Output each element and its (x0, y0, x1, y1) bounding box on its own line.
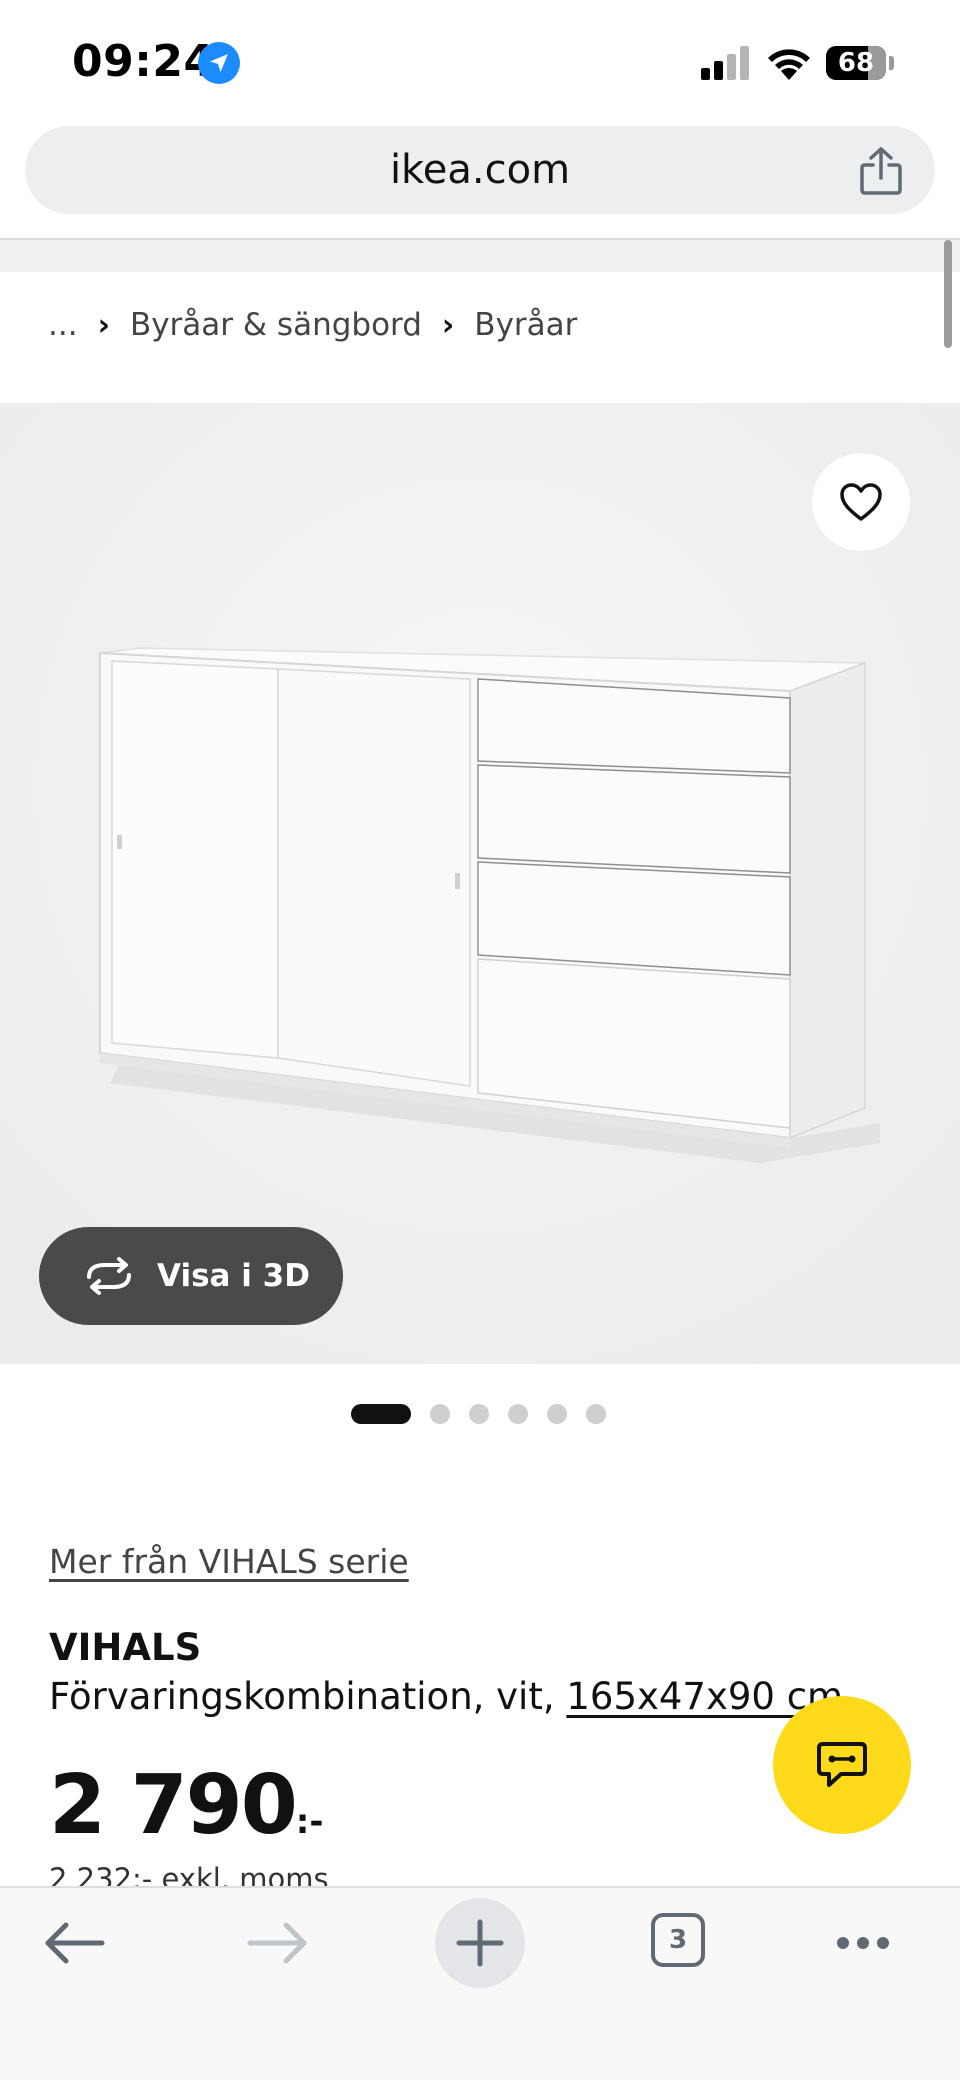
signal-icon (701, 46, 751, 80)
battery-icon: 68 (826, 46, 886, 80)
browser-toolbar: 3 (0, 1886, 960, 2080)
carousel-dot[interactable] (508, 1404, 528, 1424)
breadcrumb-item-dressers[interactable]: Byråar (474, 307, 577, 343)
battery-level: 68 (837, 48, 875, 78)
new-tab-button[interactable] (435, 1898, 525, 1988)
chat-icon (817, 1742, 867, 1787)
product-photo-sideboard (0, 403, 960, 1364)
plus-icon (456, 1919, 504, 1967)
forward-arrow-icon (247, 1922, 307, 1964)
chevron-right-icon: › (97, 307, 110, 343)
carousel-dot[interactable] (469, 1404, 489, 1424)
url-text[interactable]: ikea.com (25, 126, 935, 214)
wifi-icon (768, 49, 810, 80)
series-link[interactable]: Mer från VIHALS serie (49, 1542, 409, 1581)
product-description-text: Förvaringskombination, vit, (49, 1675, 567, 1718)
address-bar[interactable]: ikea.com (25, 126, 935, 214)
favorite-button[interactable] (812, 453, 910, 551)
view-in-3d-label: Visa i 3D (157, 1258, 310, 1294)
product-name: VIHALS (49, 1626, 202, 1669)
image-carousel-dots (351, 1403, 606, 1425)
forward-button[interactable] (220, 1888, 340, 1998)
carousel-dot-active[interactable] (351, 1404, 411, 1424)
page-header-strip (0, 240, 960, 272)
breadcrumb-ellipsis[interactable]: ... (48, 307, 78, 343)
rotate-3d-icon (87, 1257, 131, 1295)
status-bar: 09:24 68 (0, 0, 960, 120)
carousel-dot[interactable] (586, 1404, 606, 1424)
heart-icon (840, 483, 882, 521)
tabs-icon[interactable]: 3 (651, 1913, 705, 1967)
battery-cap (889, 56, 894, 70)
scrollbar[interactable] (944, 240, 952, 348)
price-suffix: :- (295, 1802, 324, 1842)
product-description: Förvaringskombination, vit, 165x47x90 cm (49, 1675, 843, 1718)
status-time: 09:24 (72, 36, 215, 87)
more-button[interactable] (803, 1888, 923, 1998)
breadcrumb: ... › Byråar & sängbord › Byråar (48, 300, 577, 350)
price-excl-vat: 2 232:- exkl. moms (49, 1862, 329, 1886)
share-icon[interactable] (859, 146, 903, 196)
view-in-3d-button[interactable]: Visa i 3D (39, 1227, 343, 1325)
carousel-dot[interactable] (430, 1404, 450, 1424)
product-image[interactable] (0, 403, 960, 1364)
chevron-right-icon: › (441, 307, 455, 343)
carousel-dot[interactable] (547, 1404, 567, 1424)
back-arrow-icon (45, 1922, 105, 1964)
location-arrow-icon (198, 42, 240, 84)
chat-button[interactable] (773, 1696, 911, 1834)
back-button[interactable] (18, 1888, 138, 1998)
more-icon (837, 1937, 889, 1949)
price-amount: 2 790 (49, 1758, 298, 1853)
product-price: 2 790:- (49, 1758, 324, 1853)
breadcrumb-item-dressers-nightstands[interactable]: Byråar & sängbord (130, 307, 422, 343)
